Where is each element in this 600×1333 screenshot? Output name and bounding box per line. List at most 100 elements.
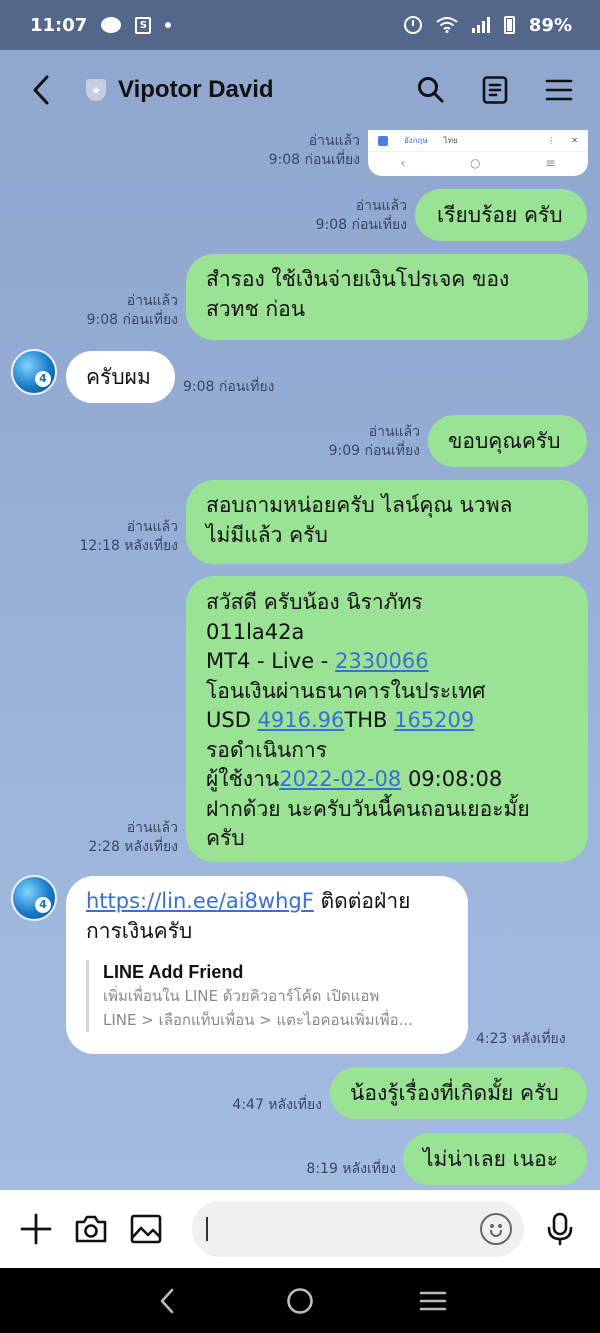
message-text-part: MT4 - Live - bbox=[206, 649, 336, 673]
battery-percent: 89% bbox=[528, 14, 572, 36]
camera-button[interactable] bbox=[74, 1211, 108, 1247]
battery-icon bbox=[503, 16, 515, 34]
text-cursor bbox=[206, 1217, 208, 1241]
number-link[interactable]: 4916.96 bbox=[258, 708, 345, 732]
outgoing-message[interactable]: เรียบร้อย ครับ bbox=[415, 189, 587, 241]
message-text: การเงินครับ bbox=[86, 919, 193, 943]
thumb-more-icon: ⋮ bbox=[547, 136, 556, 145]
thumb-tab-thai: ไทย bbox=[443, 136, 458, 145]
message-time: 2:28 หลังเที่ยง bbox=[88, 839, 178, 855]
outgoing-message[interactable]: ไม่น่าเลย เนอะ bbox=[403, 1133, 587, 1185]
message-text-part: THB bbox=[344, 708, 395, 732]
mic-icon bbox=[547, 1212, 573, 1246]
date-link[interactable]: 2022-02-08 bbox=[279, 767, 401, 791]
back-arrow-icon bbox=[33, 75, 49, 105]
read-receipt: อ่านแล้ว bbox=[368, 424, 420, 440]
image-icon bbox=[130, 1214, 162, 1244]
wifi-icon bbox=[436, 17, 458, 33]
add-button[interactable] bbox=[20, 1211, 52, 1247]
read-receipt: อ่านแล้ว bbox=[126, 293, 178, 309]
read-receipt: อ่านแล้ว bbox=[126, 519, 178, 535]
message-meta: 4:47 หลังเที่ยง bbox=[232, 1096, 322, 1115]
message-text-part: 09:08:08 bbox=[401, 767, 503, 791]
chat-title: Vipotor David bbox=[118, 76, 274, 103]
link-preview-title: LINE Add Friend bbox=[103, 962, 244, 982]
read-receipt: อ่านแล้ว bbox=[355, 198, 407, 214]
read-receipt: อ่านแล้ว bbox=[308, 133, 360, 149]
nav-home-button[interactable] bbox=[285, 1286, 315, 1316]
number-link[interactable]: 165209 bbox=[394, 708, 474, 732]
incoming-message[interactable]: ครับผม bbox=[66, 351, 175, 403]
thumb-tab-english: อังกฤษ bbox=[404, 136, 428, 145]
status-time: 11:07 bbox=[30, 14, 88, 36]
message-time: 9:09 ก่อนเที่ยง bbox=[328, 443, 420, 459]
image-message-thumbnail[interactable]: อังกฤษ ไทย ⋮ ✕ ‹ ○ ≡ bbox=[368, 130, 588, 176]
more-notifications-dot-icon bbox=[165, 22, 172, 28]
nav-recents-button[interactable] bbox=[418, 1286, 448, 1316]
message-text: USD 4916.96THB 165209 bbox=[206, 706, 568, 736]
message-composer bbox=[0, 1190, 600, 1268]
message-time: 9:08 ก่อนเที่ยง bbox=[315, 217, 407, 233]
outgoing-message[interactable]: น้องรู้เรื่องที่เกิดมั้ย ครับ bbox=[330, 1067, 587, 1119]
outgoing-message[interactable]: ขอบคุณครับ bbox=[428, 415, 587, 467]
back-button[interactable] bbox=[26, 70, 56, 110]
emoji-icon[interactable] bbox=[480, 1213, 512, 1245]
notes-button[interactable] bbox=[480, 75, 510, 105]
message-time: 9:08 ก่อนเที่ยง bbox=[183, 379, 275, 395]
shield-icon: ★ bbox=[86, 79, 106, 101]
message-text: สำรอง ใช้เงินจ่ายเงินโปรเจค ของ bbox=[206, 267, 510, 291]
menu-button[interactable] bbox=[544, 75, 574, 105]
image-button[interactable] bbox=[130, 1211, 162, 1247]
sender-avatar[interactable] bbox=[11, 875, 57, 921]
voice-button[interactable] bbox=[546, 1211, 574, 1247]
message-text: สอบถามหน่อยครับ ไลน์คุณ นวพล bbox=[206, 493, 513, 517]
message-text: เรียบร้อย ครับ bbox=[437, 203, 563, 227]
sender-avatar[interactable] bbox=[11, 349, 57, 395]
message-input[interactable] bbox=[192, 1201, 524, 1257]
alarm-icon bbox=[403, 16, 422, 34]
nav-back-icon bbox=[160, 1288, 173, 1313]
message-meta: อ่านแล้ว 9:08 ก่อนเที่ยง bbox=[269, 132, 360, 170]
message-text: น้องรู้เรื่องที่เกิดมั้ย ครับ bbox=[350, 1081, 559, 1105]
message-meta: 4:23 หลังเที่ยง bbox=[476, 1030, 566, 1049]
message-text-part: USD bbox=[206, 708, 258, 732]
message-text: สวทช ก่อน bbox=[206, 297, 306, 321]
thumb-close-icon: ✕ bbox=[571, 136, 578, 145]
thumb-home-icon: ○ bbox=[470, 156, 481, 170]
number-link[interactable]: 2330066 bbox=[335, 649, 429, 673]
message-meta: อ่านแล้ว 9:09 ก่อนเที่ยง bbox=[329, 423, 420, 461]
message-meta: 9:08 ก่อนเที่ยง bbox=[183, 378, 274, 397]
menu-icon bbox=[545, 79, 573, 101]
message-text: https://lin.ee/ai8whgF ติดต่อฝ่าย bbox=[86, 886, 448, 916]
search-button[interactable] bbox=[416, 75, 446, 105]
link-preview-description: เพิ่มเพื่อนใน LINE ด้วยคิวอาร์โค้ด เปิดแ… bbox=[103, 987, 380, 1005]
message-meta: อ่านแล้ว 9:08 ก่อนเที่ยง bbox=[87, 292, 178, 330]
outgoing-message[interactable]: สวัสดี ครับน้อง นิราภัทร 011la42a MT4 - … bbox=[186, 576, 588, 862]
link-preview-description: LINE > เลือกแท็บเพื่อน > แตะไอคอนเพิ่มเพ… bbox=[103, 1011, 413, 1029]
message-meta: อ่านแล้ว 2:28 หลังเที่ยง bbox=[88, 819, 178, 857]
status-bar: 11:07 S 89% bbox=[0, 0, 600, 50]
message-time: 4:23 หลังเที่ยง bbox=[476, 1031, 566, 1047]
chat-message-list[interactable]: อ่านแล้ว 9:08 ก่อนเที่ยง อังกฤษ ไทย ⋮ ✕ … bbox=[0, 130, 600, 1190]
plus-icon bbox=[20, 1213, 52, 1245]
message-time: 12:18 หลังเที่ยง bbox=[79, 538, 179, 554]
nav-back-button[interactable] bbox=[152, 1286, 182, 1316]
shopping-bag-icon: S bbox=[135, 16, 152, 34]
message-text: ฝากด้วย นะครับวันนี้คนถอนเยอะมั้ย bbox=[206, 796, 530, 821]
message-time: 9:08 ก่อนเที่ยง bbox=[86, 312, 178, 328]
outgoing-message[interactable]: สอบถามหน่อยครับ ไลน์คุณ นวพล ไม่มีแล้ว ค… bbox=[186, 480, 588, 564]
message-text: ไม่น่าเลย เนอะ bbox=[423, 1147, 559, 1171]
chat-notification-icon bbox=[101, 17, 122, 33]
message-meta: อ่านแล้ว 12:18 หลังเที่ยง bbox=[80, 518, 179, 556]
signal-icon bbox=[471, 17, 490, 33]
message-time: 9:08 ก่อนเที่ยง bbox=[268, 152, 360, 168]
nav-recents-icon bbox=[420, 1291, 447, 1310]
message-text: รอดำเนินการ bbox=[206, 737, 327, 762]
incoming-message[interactable]: https://lin.ee/ai8whgF ติดต่อฝ่าย การเงิ… bbox=[66, 876, 468, 1054]
message-time: 4:47 หลังเที่ยง bbox=[232, 1097, 322, 1113]
url-link[interactable]: https://lin.ee/ai8whgF bbox=[86, 889, 314, 913]
link-preview-card[interactable]: LINE Add Friend เพิ่มเพื่อนใน LINE ด้วยค… bbox=[86, 960, 448, 1032]
outgoing-message[interactable]: สำรอง ใช้เงินจ่ายเงินโปรเจค ของ สวทช ก่อ… bbox=[186, 254, 588, 340]
message-meta: 8:19 หลังเที่ยง bbox=[306, 1160, 396, 1179]
message-text: ไม่มีแล้ว ครับ bbox=[206, 523, 328, 547]
